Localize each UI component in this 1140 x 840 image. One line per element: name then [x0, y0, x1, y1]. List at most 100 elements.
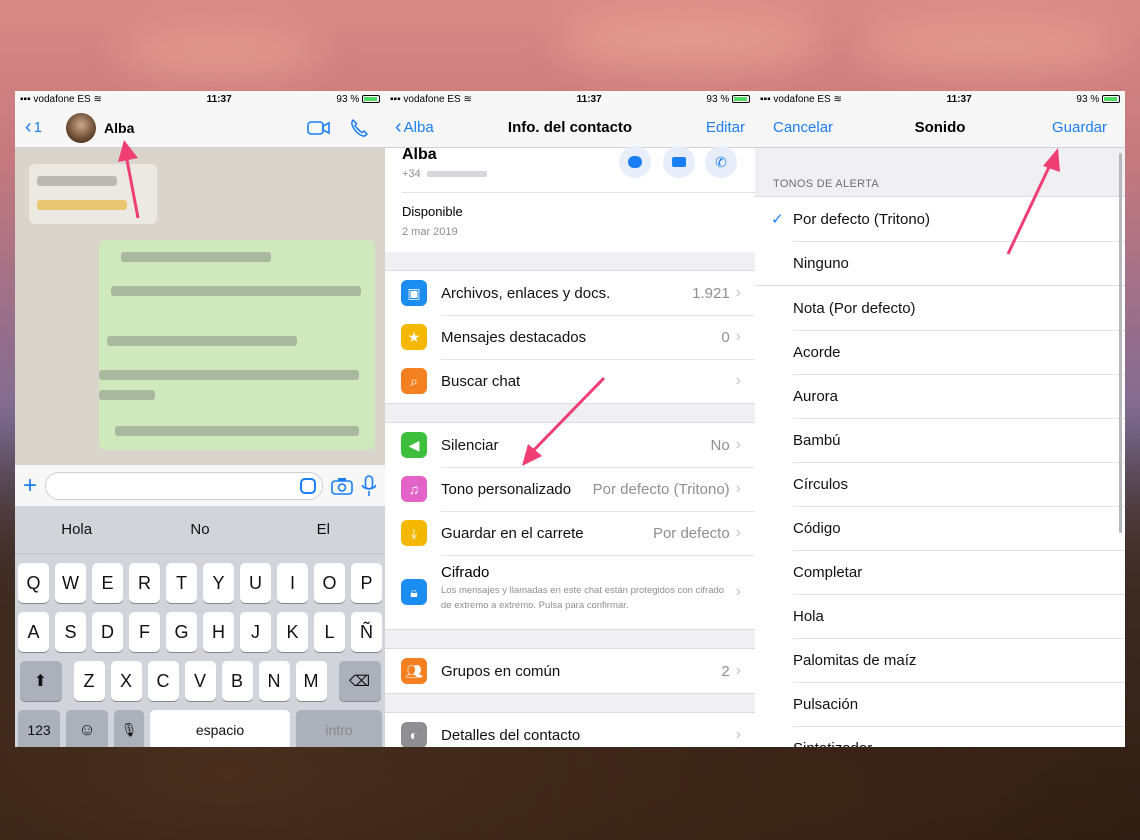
key[interactable]: G — [166, 612, 197, 652]
tone-option[interactable]: Bambú — [755, 418, 1125, 462]
key[interactable]: D — [92, 612, 123, 652]
suggestion[interactable]: El — [262, 521, 385, 538]
scrollbar[interactable] — [1119, 153, 1122, 533]
search-chat-row[interactable]: ⌕ Buscar chat › — [385, 359, 755, 403]
shift-key[interactable]: ⬆ — [19, 661, 62, 701]
key[interactable]: Z — [73, 661, 105, 701]
mute-row[interactable]: ◀ Silenciar No › — [385, 423, 755, 467]
encryption-row[interactable]: 🔒︎ Cifrado Los mensajes y llamadas en es… — [385, 555, 755, 629]
media-row[interactable]: ▣ Archivos, enlaces y docs. 1.921 › — [385, 271, 755, 315]
tone-option[interactable]: Acorde — [755, 330, 1125, 374]
save-to-camera-roll-row[interactable]: ⤓ Guardar en el carrete Por defecto › — [385, 511, 755, 555]
key[interactable]: T — [166, 563, 197, 603]
avatar[interactable] — [66, 112, 97, 143]
tone-option[interactable]: Círculos — [755, 462, 1125, 506]
tone-label: Palomitas de maíz — [793, 651, 917, 669]
return-key[interactable]: intro — [296, 710, 382, 747]
key[interactable]: Q — [18, 563, 49, 603]
tone-option[interactable]: Hola — [755, 594, 1125, 638]
contact-name[interactable]: Alba — [104, 120, 134, 136]
key[interactable]: P — [351, 563, 382, 603]
camera-icon[interactable] — [331, 477, 353, 495]
battery-indicator: 93 % — [336, 94, 380, 105]
key[interactable]: L — [314, 612, 345, 652]
suggestion[interactable]: Hola — [15, 521, 138, 538]
video-call-icon[interactable] — [307, 120, 331, 136]
tone-option[interactable]: Aurora — [755, 374, 1125, 418]
shift-arrow-icon: ⬆ — [33, 673, 48, 690]
back-button[interactable]: ‹ Alba — [395, 116, 434, 139]
key[interactable]: F — [129, 612, 160, 652]
starred-row[interactable]: ★ Mensajes destacados 0 › — [385, 315, 755, 359]
tone-option[interactable]: Sintetizador — [755, 726, 1125, 747]
message-composer: + — [15, 464, 385, 506]
contact-navbar: ‹ Alba Info. del contacto Editar — [385, 108, 755, 148]
suggestion[interactable]: No — [138, 521, 261, 538]
groups-in-common-row[interactable]: 👥︎ Grupos en común 2 › — [385, 649, 755, 693]
dictation-key[interactable]: 🎙 — [114, 710, 144, 747]
tone-option[interactable]: Ninguno — [755, 241, 1125, 285]
backspace-icon: ⌫ — [348, 673, 371, 690]
tone-option[interactable]: Pulsación — [755, 682, 1125, 726]
cancel-button[interactable]: Cancelar — [773, 119, 833, 136]
status-bar: ▪▪▪ vodafone ES ≋ 11:37 93 % — [385, 91, 755, 108]
status-text: Disponible — [402, 204, 463, 219]
tone-option[interactable]: Completar — [755, 550, 1125, 594]
key[interactable]: X — [110, 661, 142, 701]
tone-label: Por defecto (Tritono) — [793, 210, 930, 228]
key[interactable]: O — [314, 563, 345, 603]
key[interactable]: S — [55, 612, 86, 652]
key[interactable]: R — [129, 563, 160, 603]
space-key[interactable]: espacio — [150, 710, 290, 747]
tone-option[interactable]: Código — [755, 506, 1125, 550]
chat-screen: ▪▪▪ vodafone ES ≋ 11:37 93 % ‹ 1 Alba + … — [15, 91, 385, 747]
key[interactable]: A — [18, 612, 49, 652]
numbers-key[interactable]: 123 — [18, 710, 60, 747]
key[interactable]: N — [258, 661, 290, 701]
tone-option-selected[interactable]: ✓ Por defecto (Tritono) — [755, 197, 1125, 241]
delete-key[interactable]: ⌫ — [338, 661, 381, 701]
chevron-right-icon: › — [735, 662, 741, 679]
key[interactable]: U — [240, 563, 271, 603]
background-cloud — [120, 30, 320, 75]
message-input[interactable] — [45, 471, 323, 500]
video-action-button[interactable] — [663, 146, 695, 178]
sticker-icon[interactable] — [300, 477, 316, 494]
encryption-label: Cifrado — [441, 564, 490, 582]
add-attachment-icon[interactable]: + — [23, 472, 37, 500]
key[interactable]: V — [184, 661, 216, 701]
key[interactable]: K — [277, 612, 308, 652]
key[interactable]: I — [277, 563, 308, 603]
key[interactable]: H — [203, 612, 234, 652]
key[interactable]: B — [221, 661, 253, 701]
back-button[interactable]: ‹ 1 — [25, 116, 42, 139]
phone-call-icon[interactable] — [349, 118, 369, 138]
chat-navbar: ‹ 1 Alba — [15, 108, 385, 148]
tone-option[interactable]: Palomitas de maíz — [755, 638, 1125, 682]
message-action-button[interactable] — [619, 146, 651, 178]
call-action-button[interactable]: ✆ — [705, 146, 737, 178]
edit-button[interactable]: Editar — [706, 119, 745, 136]
key[interactable]: J — [240, 612, 271, 652]
emoji-icon: ☺ — [78, 720, 96, 739]
custom-tone-row[interactable]: ♫ Tono personalizado Por defecto (Triton… — [385, 467, 755, 511]
key-row: A S D F G H J K L Ñ — [15, 612, 385, 652]
contact-details-row[interactable]: ◐ Detalles del contacto › — [385, 713, 755, 747]
key[interactable]: Y — [203, 563, 234, 603]
phone-icon: ✆ — [715, 153, 727, 170]
key[interactable]: W — [55, 563, 86, 603]
status-bar: ▪▪▪ vodafone ES ≋ 11:37 93 % — [755, 91, 1125, 108]
key[interactable]: C — [147, 661, 179, 701]
emoji-key[interactable]: ☺ — [66, 710, 108, 747]
key[interactable]: Ñ — [351, 612, 382, 652]
carrier-label: ▪▪▪ vodafone ES ≋ — [760, 94, 842, 105]
chevron-right-icon: › — [735, 480, 741, 497]
key[interactable]: M — [295, 661, 327, 701]
tone-option[interactable]: Nota (Por defecto) — [755, 286, 1125, 330]
save-button[interactable]: Guardar — [1052, 119, 1107, 136]
tone-label: Círculos — [793, 475, 849, 493]
key[interactable]: E — [92, 563, 123, 603]
clock: 11:37 — [946, 94, 972, 105]
incoming-message — [29, 164, 157, 224]
microphone-icon[interactable] — [361, 474, 377, 497]
